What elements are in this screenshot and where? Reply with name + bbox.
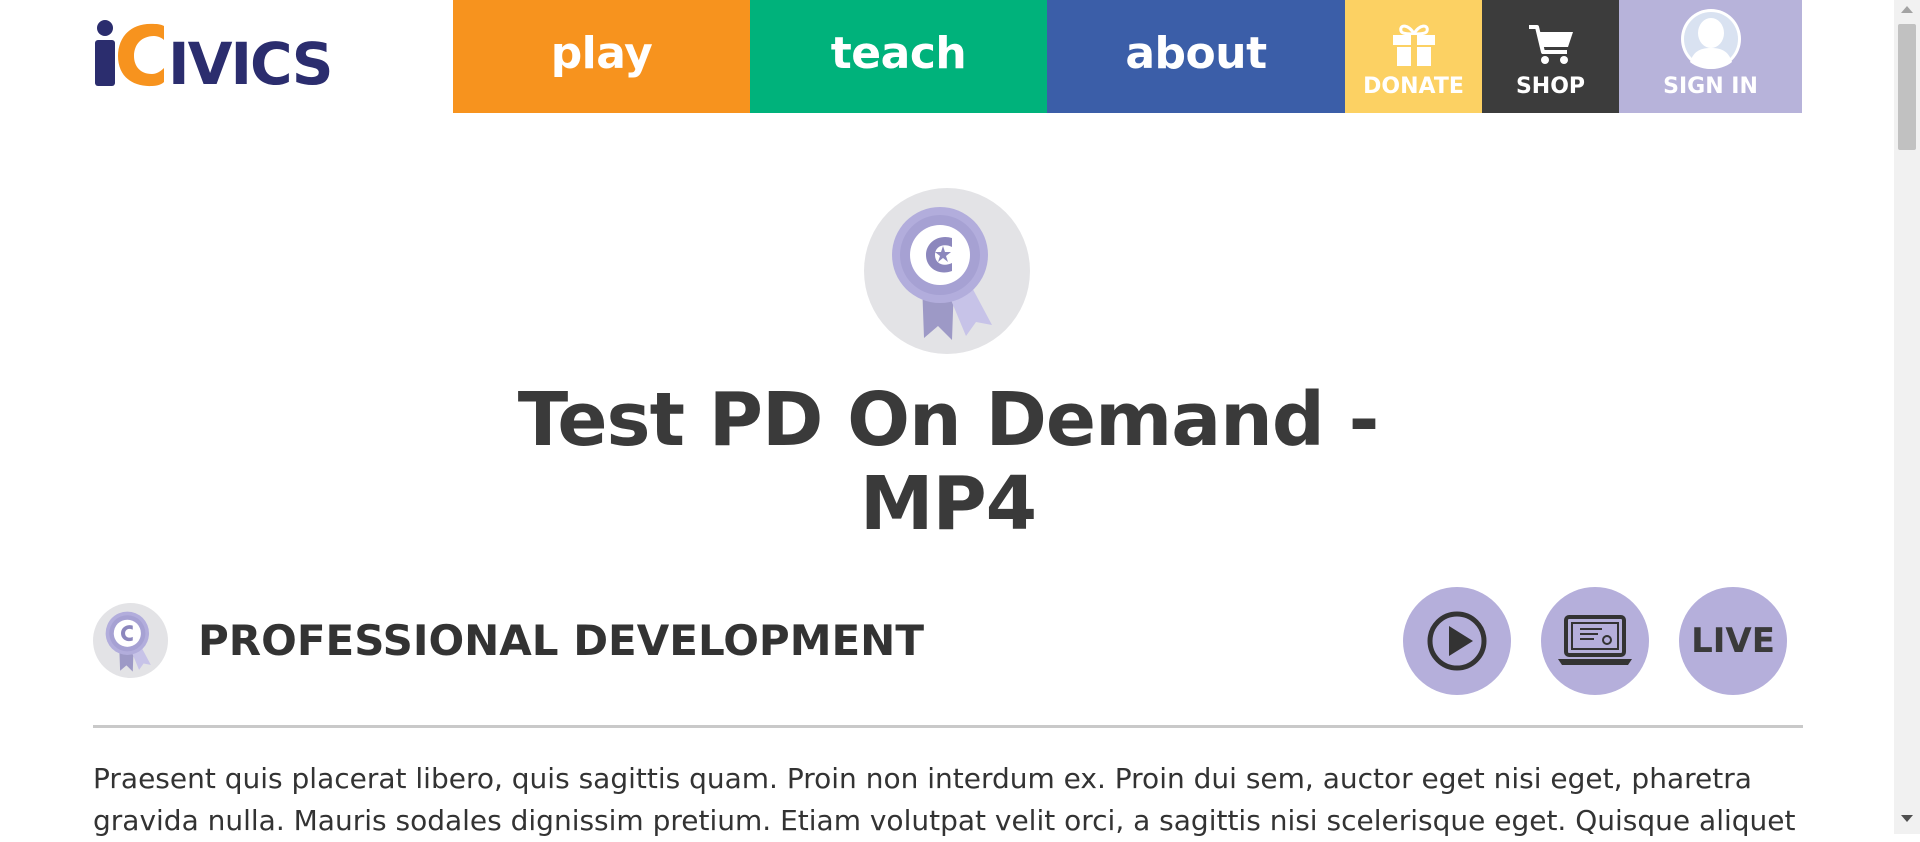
user-avatar-icon [1680, 9, 1741, 69]
live-badge: LIVE [1691, 621, 1775, 661]
scrollbar-thumb[interactable] [1898, 24, 1916, 150]
section-divider [93, 725, 1803, 728]
nav-about[interactable]: about [1047, 0, 1345, 113]
page-title: Test PD On Demand - MP4 [517, 377, 1380, 547]
svg-text:IVICS: IVICS [168, 30, 331, 88]
play-circle-icon [1427, 611, 1487, 671]
description-paragraph: Praesent quis placerat libero, quis sagi… [93, 762, 1796, 837]
nav-shop-label: SHOP [1515, 74, 1586, 99]
nav-teach[interactable]: teach [750, 0, 1047, 113]
live-format-button[interactable]: LIVE [1679, 587, 1787, 695]
nav-shop[interactable]: SHOP [1482, 0, 1619, 113]
award-ribbon-icon [93, 603, 168, 678]
icivics-logo[interactable]: iCivics IVICS [92, 20, 375, 88]
nav-signin-label: SIGN IN [1663, 74, 1758, 99]
nav-play[interactable]: play [453, 0, 750, 113]
scroll-up-arrow-icon[interactable] [1901, 6, 1913, 13]
cart-icon [1528, 25, 1573, 64]
computer-certificate-icon [1558, 615, 1632, 665]
scroll-down-arrow-icon[interactable] [1901, 815, 1913, 822]
on-demand-format-button[interactable] [1403, 587, 1511, 695]
section-title: PROFESSIONAL DEVELOPMENT [198, 616, 924, 665]
award-ribbon-icon [864, 188, 1030, 354]
nav-signin[interactable]: SIGN IN [1619, 0, 1802, 113]
gift-icon [1392, 24, 1435, 66]
nav-donate-label: DONATE [1363, 74, 1464, 99]
online-format-button[interactable] [1541, 587, 1649, 695]
main-nav: play teach about DONATE SHOP SIGN IN [453, 0, 1802, 113]
vertical-scrollbar[interactable] [1894, 0, 1920, 834]
nav-donate[interactable]: DONATE [1345, 0, 1482, 113]
